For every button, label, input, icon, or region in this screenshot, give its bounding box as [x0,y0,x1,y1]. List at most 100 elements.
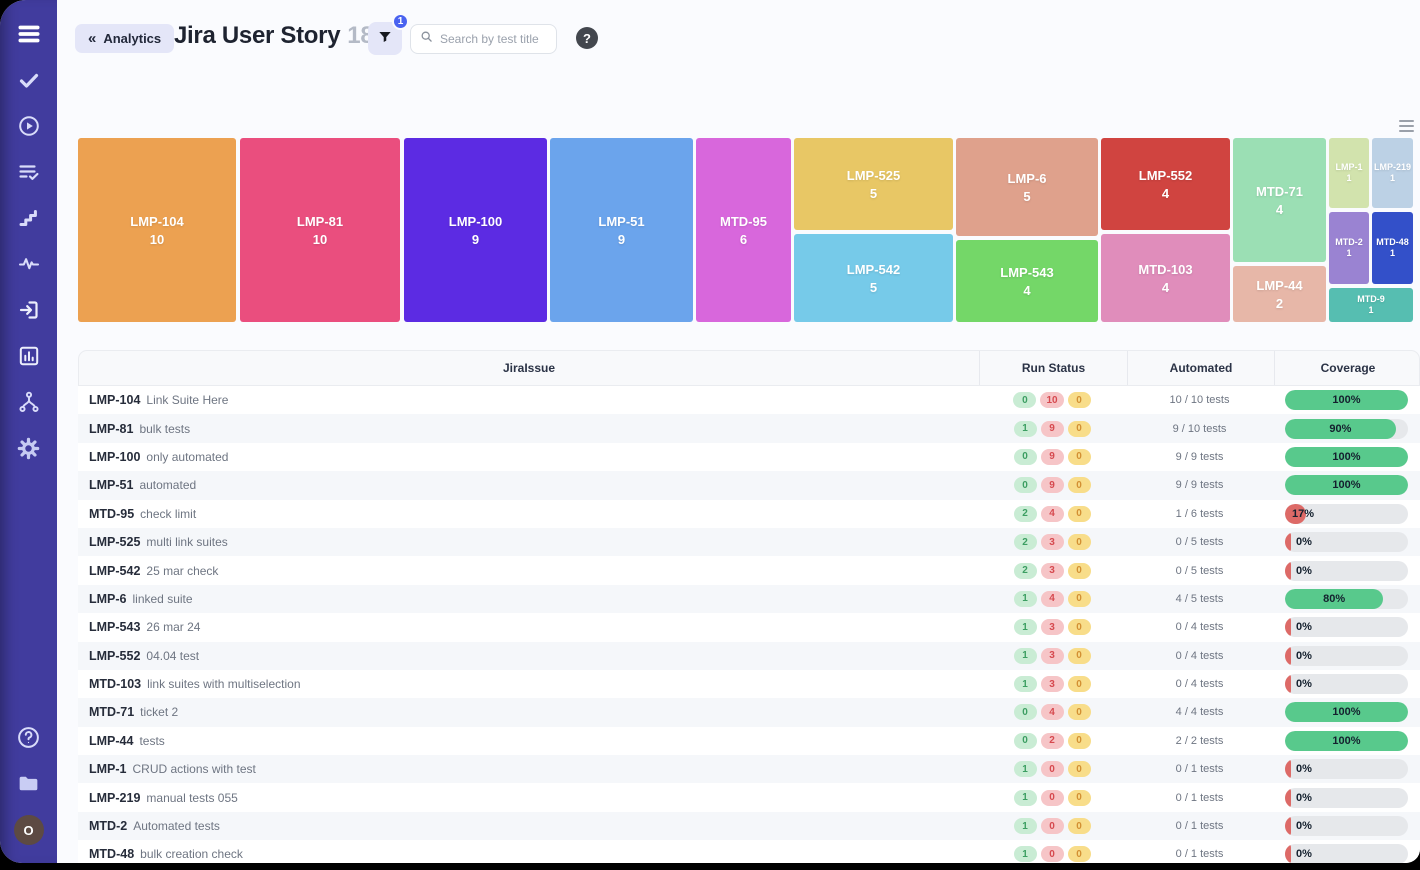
table-row-MTD-103[interactable]: MTD-103link suites with multiselection13… [78,670,1420,698]
issue-id[interactable]: LMP-552 [89,649,140,663]
treemap-tile-LMP-44[interactable]: LMP-442 [1233,266,1326,322]
treemap-tile-MTD-2[interactable]: MTD-21 [1329,212,1369,284]
issue-id[interactable]: LMP-100 [89,450,140,464]
column-header-run-status[interactable]: Run Status [979,351,1127,385]
issue-id[interactable]: LMP-525 [89,535,140,549]
coverage-bar: 0% [1285,646,1408,666]
coverage-cell: 0% [1273,528,1420,556]
passed-badge: 0 [1014,733,1037,749]
issue-id[interactable]: LMP-81 [89,422,133,436]
skipped-badge: 0 [1068,534,1091,550]
table-row-LMP-44[interactable]: LMP-44tests0202 / 2 tests100% [78,727,1420,755]
coverage-cell: 0% [1273,755,1420,783]
passed-badge: 1 [1014,790,1037,806]
issue-id[interactable]: LMP-1 [89,762,127,776]
table-row-MTD-2[interactable]: MTD-2Automated tests1000 / 1 tests0% [78,812,1420,840]
coverage-bar: 17% [1285,504,1408,524]
table-row-LMP-51[interactable]: LMP-51automated0909 / 9 tests100% [78,471,1420,499]
avatar[interactable]: O [14,815,44,845]
failed-badge: 3 [1041,648,1064,664]
treemap-tile-LMP-1[interactable]: LMP-11 [1329,138,1369,208]
passed-badge: 1 [1014,619,1037,635]
test-runs-icon[interactable] [15,158,43,186]
tile-value: 9 [472,232,479,248]
issue-id[interactable]: LMP-104 [89,393,140,407]
help-circle-icon[interactable] [15,723,43,751]
help-button[interactable]: ? [576,27,598,49]
treemap-tile-MTD-9[interactable]: MTD-91 [1329,288,1413,322]
column-header-jiraissue[interactable]: JiraIssue [79,351,979,385]
table-row-LMP-1[interactable]: LMP-1CRUD actions with test1000 / 1 test… [78,755,1420,783]
table-row-LMP-543[interactable]: LMP-54326 mar 241300 / 4 tests0% [78,613,1420,641]
treemap-tile-LMP-100[interactable]: LMP-1009 [404,138,547,322]
treemap-tile-MTD-71[interactable]: MTD-714 [1233,138,1326,262]
issue-id[interactable]: MTD-95 [89,507,134,521]
treemap-tile-LMP-104[interactable]: LMP-10410 [78,138,236,322]
treemap-tile-LMP-542[interactable]: LMP-5425 [794,234,953,322]
treemap-tile-LMP-543[interactable]: LMP-5434 [956,240,1098,322]
treemap-tile-LMP-525[interactable]: LMP-5255 [794,138,953,230]
issue-title: 26 mar 24 [146,620,200,634]
treemap-tile-LMP-552[interactable]: LMP-5524 [1101,138,1230,230]
pulse-icon[interactable] [15,250,43,278]
table-row-MTD-48[interactable]: MTD-48bulk creation check1000 / 1 tests0… [78,840,1420,863]
table-row-MTD-95[interactable]: MTD-95check limit2401 / 6 tests17% [78,500,1420,528]
skipped-badge: 0 [1068,818,1091,834]
issue-cell: MTD-71ticket 2 [78,698,978,726]
issue-id[interactable]: MTD-103 [89,677,141,691]
menu-icon[interactable] [15,20,43,48]
treemap-tile-LMP-81[interactable]: LMP-8110 [240,138,400,322]
treemap-tile-LMP-51[interactable]: LMP-519 [550,138,693,322]
issue-id[interactable]: MTD-71 [89,705,134,719]
table-row-LMP-525[interactable]: LMP-525multi link suites2300 / 5 tests0% [78,528,1420,556]
automated-cell: 0 / 1 tests [1126,812,1273,840]
column-header-coverage[interactable]: Coverage [1274,351,1420,385]
issue-id[interactable]: LMP-44 [89,734,133,748]
issue-cell: LMP-6 linked suite [78,585,978,613]
issue-cell: LMP-51automated [78,471,978,499]
tile-label: LMP-51 [598,213,644,232]
table-row-MTD-71[interactable]: MTD-71ticket 20404 / 4 tests100% [78,698,1420,726]
projects-folder-icon[interactable] [15,769,43,797]
search-box[interactable] [410,24,557,54]
treemap-tile-LMP-219[interactable]: LMP-2191 [1372,138,1413,208]
issue-title: bulk creation check [140,847,243,861]
table-row-LMP-542[interactable]: LMP-54225 mar check2300 / 5 tests0% [78,556,1420,584]
table-row-LMP-552[interactable]: LMP-55204.04 test1300 / 4 tests0% [78,642,1420,670]
treemap-tile-MTD-95[interactable]: MTD-956 [696,138,791,322]
analytics-steps-icon[interactable] [15,204,43,232]
play-circle-icon[interactable] [15,112,43,140]
tile-label: LMP-219 [1374,162,1411,174]
chart-menu-icon[interactable] [1399,120,1414,135]
coverage-label: 0% [1296,646,1312,666]
table-row-LMP-100[interactable]: LMP-100only automated0909 / 9 tests100% [78,443,1420,471]
treemap-tile-LMP-6[interactable]: LMP-65 [956,138,1098,236]
table-row-LMP-219[interactable]: LMP-219manual tests 0551000 / 1 tests0% [78,783,1420,811]
run-status-cell: 230 [978,556,1126,584]
issue-title: linked suite [133,592,193,606]
table-row-LMP-6[interactable]: LMP-6linked suite1404 / 5 tests80% [78,585,1420,613]
treemap-tile-MTD-48[interactable]: MTD-481 [1372,212,1413,284]
issue-id[interactable]: LMP-542 [89,564,140,578]
tile-value: 10 [150,232,164,248]
issue-id[interactable]: MTD-48 [89,847,134,861]
failed-badge: 0 [1041,790,1064,806]
issue-id[interactable]: MTD-2 [89,819,127,833]
issue-id[interactable]: LMP-51 [89,478,133,492]
issue-id[interactable]: LMP-543 [89,620,140,634]
branches-icon[interactable] [15,388,43,416]
issue-id[interactable]: LMP-6 [89,592,127,606]
search-input[interactable] [440,32,547,46]
issue-cell: LMP-54225 mar check [78,556,978,584]
table-row-LMP-104[interactable]: LMP-104Link Suite Here010010 / 10 tests1… [78,386,1420,414]
reports-icon[interactable] [15,342,43,370]
column-header-automated[interactable]: Automated [1127,351,1274,385]
back-to-analytics-button[interactable]: « Analytics [75,24,174,53]
settings-gear-icon[interactable] [15,434,43,462]
issue-id[interactable]: LMP-219 [89,791,140,805]
table-row-LMP-81[interactable]: LMP-81bulk tests1909 / 10 tests90% [78,414,1420,442]
tasks-check-icon[interactable] [15,66,43,94]
page-title: Jira User Story18 [174,22,373,50]
import-icon[interactable] [15,296,43,324]
treemap-tile-MTD-103[interactable]: MTD-1034 [1101,234,1230,322]
